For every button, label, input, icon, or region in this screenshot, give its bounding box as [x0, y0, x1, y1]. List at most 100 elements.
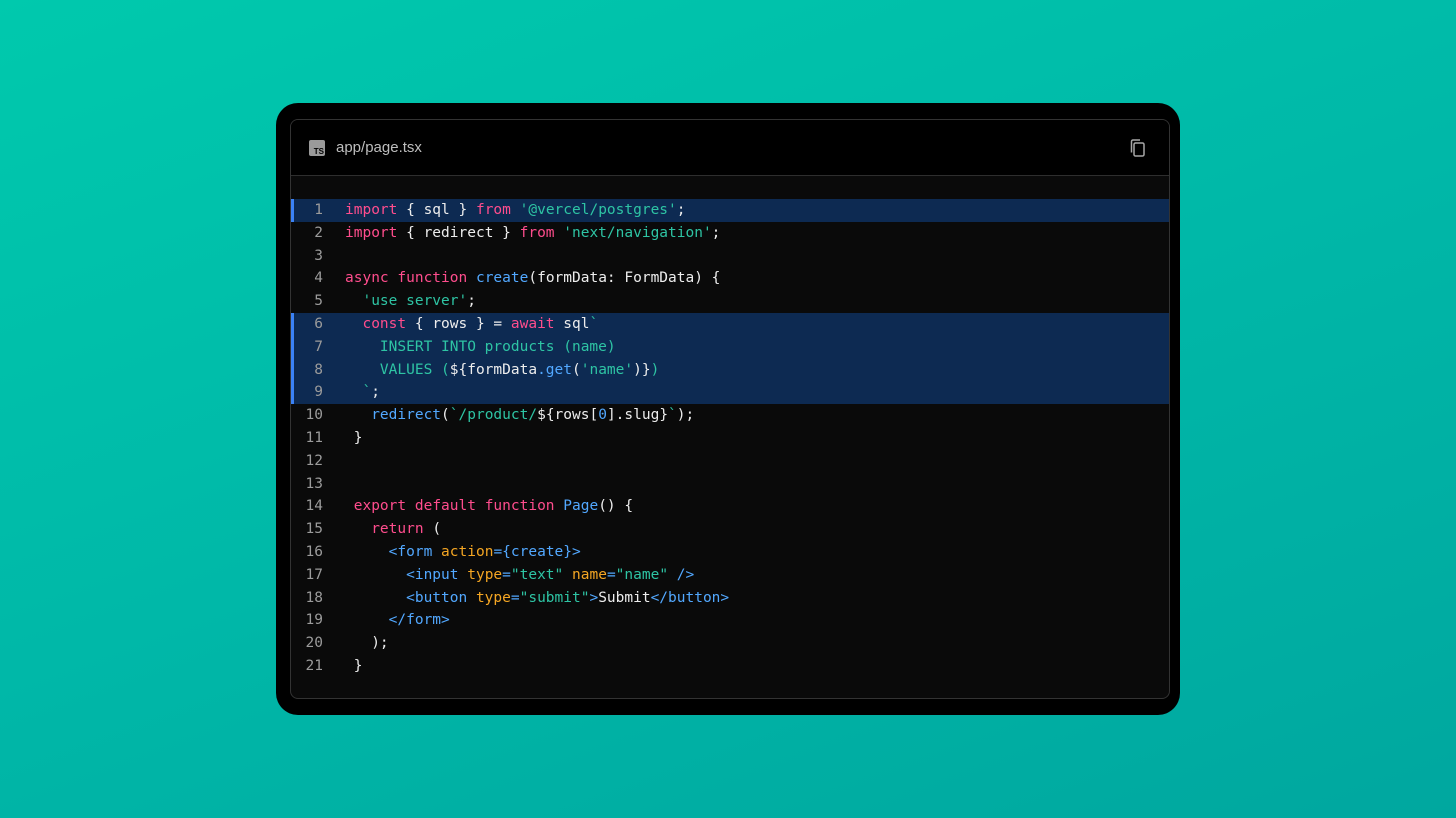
- code-token: ): [650, 361, 660, 378]
- code-token: `: [345, 384, 372, 401]
- code-window: TS app/page.tsx 1 import { sql } from '@v…: [290, 119, 1170, 699]
- code-token: from: [475, 202, 511, 218]
- code-line: 21 }: [291, 655, 1169, 678]
- code-token: 'next/navigation': [563, 224, 712, 241]
- code-token: Page: [563, 498, 599, 515]
- code-line: 17 <input type="text" name="name" />: [291, 564, 1169, 587]
- line-number: 4: [314, 270, 323, 287]
- code-token: ].slug}: [606, 407, 669, 424]
- line-number: 17: [305, 566, 323, 583]
- line-code: }: [323, 655, 363, 678]
- code-line: 20 );: [291, 632, 1169, 655]
- code-line: 2 import { redirect } from 'next/navigati…: [291, 222, 1169, 245]
- copy-icon: [1130, 139, 1145, 157]
- code-token: (formData: FormData) {: [528, 270, 721, 287]
- code-token: async: [345, 270, 389, 287]
- code-line: 12: [291, 450, 1169, 473]
- code-token: "name": [615, 566, 669, 583]
- line-number: 1: [314, 202, 323, 218]
- line-number: 2: [314, 224, 323, 241]
- code-token: >: [589, 589, 599, 606]
- code-token: redirect: [371, 407, 442, 424]
- code-token: '@vercel/postgres': [519, 202, 677, 218]
- code-token: type: [475, 589, 511, 606]
- line-code: export default function Page() {: [323, 495, 633, 518]
- code-line: 1 import { sql } from '@vercel/postgres';: [291, 199, 1169, 222]
- line-number: 16: [305, 543, 323, 560]
- line-number: 5: [314, 293, 323, 310]
- line-number: 21: [305, 657, 323, 674]
- code-line: 3: [291, 245, 1169, 268]
- code-token: `: [668, 407, 677, 424]
- line-code: const { rows } = await sql`: [323, 313, 598, 336]
- code-token: );: [345, 635, 389, 652]
- line-code: </form>: [323, 609, 450, 632]
- line-number: 19: [305, 612, 323, 629]
- code-line: 5 'use server';: [291, 290, 1169, 313]
- code-token: ;: [711, 224, 721, 241]
- code-token: from: [519, 224, 555, 241]
- file-name: app/page.tsx: [336, 139, 422, 156]
- device-frame: TS app/page.tsx 1 import { sql } from '@v…: [276, 103, 1180, 715]
- line-code: 'use server';: [323, 290, 476, 313]
- code-line: 11 }: [291, 427, 1169, 450]
- code-token: 0: [598, 407, 607, 424]
- line-number: 20: [305, 635, 323, 652]
- code-token: default: [414, 498, 476, 515]
- line-number: 7: [314, 338, 323, 355]
- code-token: { rows } =: [406, 315, 511, 332]
- code-token: (: [572, 361, 581, 378]
- line-number: 18: [305, 589, 323, 606]
- code-token: () {: [598, 498, 634, 515]
- code-token: <form: [388, 543, 433, 560]
- line-code: redirect(`/product/${rows[0].slug}`);: [323, 404, 694, 427]
- code-token: =: [606, 566, 616, 583]
- code-token: ;: [467, 293, 476, 310]
- line-code: <form action={create}>: [323, 541, 581, 564]
- code-token: type: [467, 566, 503, 583]
- code-line: 14 export default function Page() {: [291, 495, 1169, 518]
- code-line: 9 `;: [291, 381, 1169, 405]
- code-line: 13: [291, 473, 1169, 496]
- code-token: ${rows[: [537, 407, 599, 424]
- code-token: sql: [554, 315, 590, 332]
- line-number: 9: [314, 384, 323, 401]
- code-token: );: [676, 407, 695, 424]
- code-token: `: [589, 315, 599, 332]
- code-token: import: [345, 224, 398, 241]
- code-token: ;: [371, 384, 380, 401]
- code-token: create: [475, 270, 529, 287]
- code-token: `/product/: [449, 407, 538, 424]
- copy-button[interactable]: [1127, 137, 1149, 159]
- code-token: "submit": [519, 589, 590, 606]
- code-token: export: [353, 498, 407, 515]
- line-number: 6: [314, 315, 323, 332]
- code-token: Submit: [598, 589, 651, 606]
- code-token: =: [510, 589, 520, 606]
- typescript-file-icon-label: TS: [313, 146, 324, 156]
- code-line: 19 </form>: [291, 609, 1169, 632]
- code-token: ;: [676, 202, 686, 218]
- line-number: 8: [314, 361, 323, 378]
- code-token: <input: [406, 566, 459, 583]
- code-token: </button>: [650, 589, 730, 606]
- code-token: await: [510, 315, 555, 332]
- line-code: async function create(formData: FormData…: [323, 267, 720, 290]
- code-token: />: [676, 566, 695, 583]
- code-token: 'use server': [362, 293, 468, 310]
